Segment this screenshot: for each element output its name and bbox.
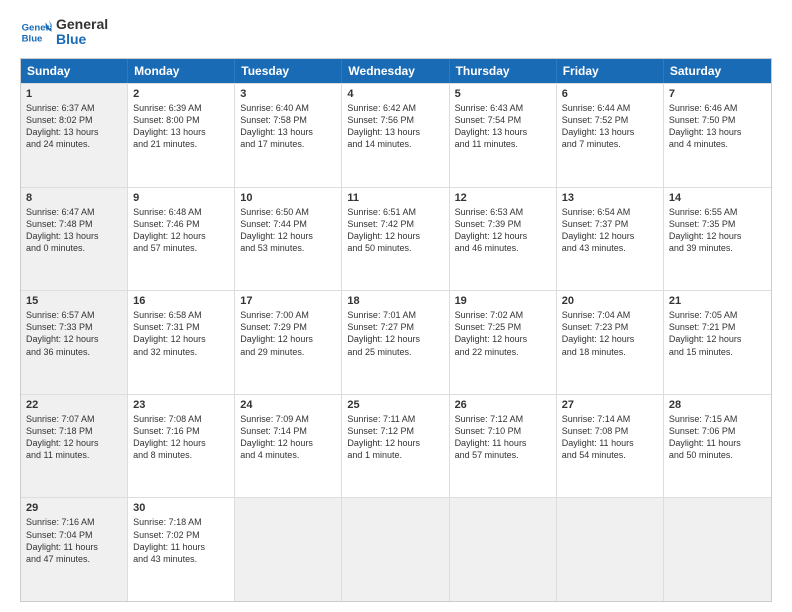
cal-cell-16: 16Sunrise: 6:58 AMSunset: 7:31 PMDayligh… [128, 291, 235, 394]
cal-cell-3: 3Sunrise: 6:40 AMSunset: 7:58 PMDaylight… [235, 84, 342, 187]
cal-cell-empty [557, 498, 664, 601]
calendar-week-1: 1Sunrise: 6:37 AMSunset: 8:02 PMDaylight… [21, 83, 771, 187]
weekday-header-tuesday: Tuesday [235, 59, 342, 83]
cal-cell-24: 24Sunrise: 7:09 AMSunset: 7:14 PMDayligh… [235, 395, 342, 498]
cal-cell-5: 5Sunrise: 6:43 AMSunset: 7:54 PMDaylight… [450, 84, 557, 187]
cal-cell-empty [664, 498, 771, 601]
logo-text: General Blue [56, 17, 108, 48]
cal-cell-13: 13Sunrise: 6:54 AMSunset: 7:37 PMDayligh… [557, 188, 664, 291]
header: General Blue General Blue [20, 16, 772, 48]
day-number: 1 [26, 88, 122, 100]
cal-cell-1: 1Sunrise: 6:37 AMSunset: 8:02 PMDaylight… [21, 84, 128, 187]
weekday-header-wednesday: Wednesday [342, 59, 449, 83]
calendar-week-2: 8Sunrise: 6:47 AMSunset: 7:48 PMDaylight… [21, 187, 771, 291]
cal-cell-19: 19Sunrise: 7:02 AMSunset: 7:25 PMDayligh… [450, 291, 557, 394]
cal-cell-27: 27Sunrise: 7:14 AMSunset: 7:08 PMDayligh… [557, 395, 664, 498]
cal-cell-12: 12Sunrise: 6:53 AMSunset: 7:39 PMDayligh… [450, 188, 557, 291]
cal-cell-30: 30Sunrise: 7:18 AMSunset: 7:02 PMDayligh… [128, 498, 235, 601]
logo-icon: General Blue [20, 16, 52, 48]
cal-cell-26: 26Sunrise: 7:12 AMSunset: 7:10 PMDayligh… [450, 395, 557, 498]
cal-cell-21: 21Sunrise: 7:05 AMSunset: 7:21 PMDayligh… [664, 291, 771, 394]
weekday-header-thursday: Thursday [450, 59, 557, 83]
svg-text:Blue: Blue [22, 34, 43, 45]
cal-cell-6: 6Sunrise: 6:44 AMSunset: 7:52 PMDaylight… [557, 84, 664, 187]
cal-cell-23: 23Sunrise: 7:08 AMSunset: 7:16 PMDayligh… [128, 395, 235, 498]
cal-cell-9: 9Sunrise: 6:48 AMSunset: 7:46 PMDaylight… [128, 188, 235, 291]
calendar-body: 1Sunrise: 6:37 AMSunset: 8:02 PMDaylight… [21, 83, 771, 601]
calendar-week-5: 29Sunrise: 7:16 AMSunset: 7:04 PMDayligh… [21, 497, 771, 601]
cal-cell-20: 20Sunrise: 7:04 AMSunset: 7:23 PMDayligh… [557, 291, 664, 394]
logo: General Blue General Blue [20, 16, 108, 48]
page: General Blue General Blue SundayMondayTu… [0, 0, 792, 612]
calendar-week-4: 22Sunrise: 7:07 AMSunset: 7:18 PMDayligh… [21, 394, 771, 498]
cal-cell-18: 18Sunrise: 7:01 AMSunset: 7:27 PMDayligh… [342, 291, 449, 394]
cal-cell-empty [342, 498, 449, 601]
calendar: SundayMondayTuesdayWednesdayThursdayFrid… [20, 58, 772, 602]
cal-cell-empty [450, 498, 557, 601]
weekday-header-saturday: Saturday [664, 59, 771, 83]
calendar-header: SundayMondayTuesdayWednesdayThursdayFrid… [21, 59, 771, 83]
weekday-header-sunday: Sunday [21, 59, 128, 83]
cal-cell-7: 7Sunrise: 6:46 AMSunset: 7:50 PMDaylight… [664, 84, 771, 187]
weekday-header-monday: Monday [128, 59, 235, 83]
cal-cell-25: 25Sunrise: 7:11 AMSunset: 7:12 PMDayligh… [342, 395, 449, 498]
cal-cell-empty [235, 498, 342, 601]
weekday-header-friday: Friday [557, 59, 664, 83]
cal-cell-17: 17Sunrise: 7:00 AMSunset: 7:29 PMDayligh… [235, 291, 342, 394]
cal-cell-10: 10Sunrise: 6:50 AMSunset: 7:44 PMDayligh… [235, 188, 342, 291]
cal-cell-8: 8Sunrise: 6:47 AMSunset: 7:48 PMDaylight… [21, 188, 128, 291]
cal-cell-29: 29Sunrise: 7:16 AMSunset: 7:04 PMDayligh… [21, 498, 128, 601]
cal-cell-15: 15Sunrise: 6:57 AMSunset: 7:33 PMDayligh… [21, 291, 128, 394]
cal-cell-28: 28Sunrise: 7:15 AMSunset: 7:06 PMDayligh… [664, 395, 771, 498]
cal-cell-14: 14Sunrise: 6:55 AMSunset: 7:35 PMDayligh… [664, 188, 771, 291]
cal-cell-22: 22Sunrise: 7:07 AMSunset: 7:18 PMDayligh… [21, 395, 128, 498]
calendar-week-3: 15Sunrise: 6:57 AMSunset: 7:33 PMDayligh… [21, 290, 771, 394]
cal-cell-2: 2Sunrise: 6:39 AMSunset: 8:00 PMDaylight… [128, 84, 235, 187]
cal-cell-11: 11Sunrise: 6:51 AMSunset: 7:42 PMDayligh… [342, 188, 449, 291]
cal-cell-4: 4Sunrise: 6:42 AMSunset: 7:56 PMDaylight… [342, 84, 449, 187]
